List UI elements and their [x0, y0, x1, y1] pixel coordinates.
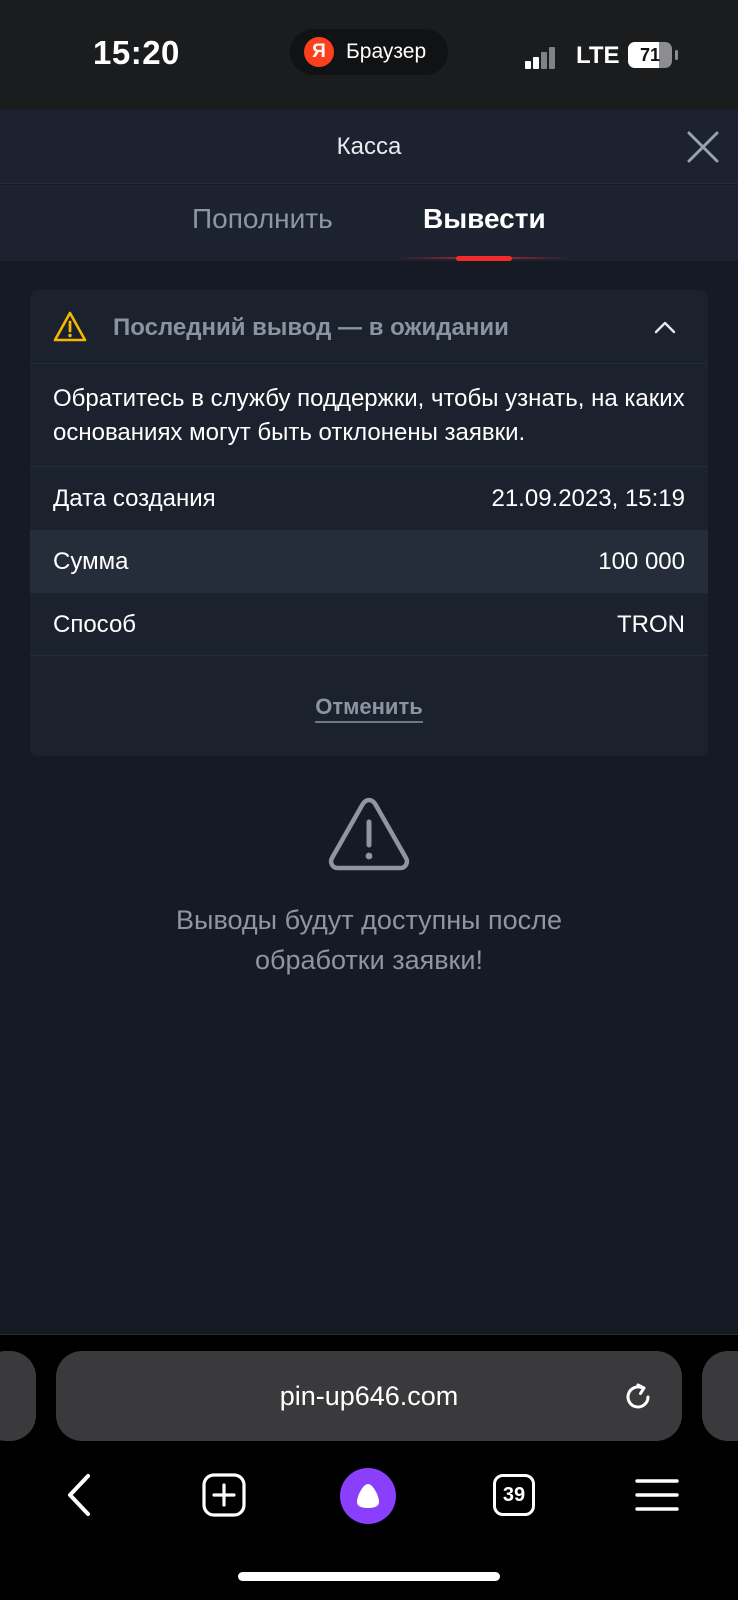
- close-icon[interactable]: [686, 130, 720, 164]
- detail-row-amount: Сумма 100 000: [30, 530, 708, 593]
- address-bar[interactable]: pin-up646.com: [56, 1351, 682, 1441]
- previous-tab-preview[interactable]: [0, 1351, 36, 1441]
- warning-large-icon: [328, 797, 410, 871]
- detail-value: 100 000: [598, 548, 685, 575]
- back-icon[interactable]: [64, 1472, 94, 1518]
- chevron-up-icon[interactable]: [653, 316, 677, 338]
- detail-label: Способ: [53, 611, 137, 638]
- browser-app-label: Браузер: [346, 40, 427, 63]
- tabs-count: 39: [502, 1484, 526, 1506]
- status-bar: 15:20 Я Браузер LTE 71: [0, 0, 738, 110]
- detail-label: Сумма: [53, 548, 129, 575]
- cancel-withdrawal-link[interactable]: Отменить: [30, 694, 708, 723]
- address-bar-url[interactable]: pin-up646.com: [56, 1351, 682, 1441]
- page-title: Касса: [336, 133, 402, 160]
- tab-active-indicator: [456, 256, 512, 261]
- cashier-tabs: Пополнить Вывести: [0, 185, 738, 261]
- tabs-switcher-button[interactable]: 39: [493, 1474, 535, 1516]
- pending-withdrawal-card: Последний вывод — в ожидании Обратитесь …: [30, 290, 708, 756]
- detail-row-method: Способ TRON: [30, 593, 708, 656]
- browser-toolbar: pin-up646.com 39: [0, 1334, 738, 1600]
- battery-icon: 71: [628, 42, 678, 68]
- warning-icon: [53, 311, 87, 342]
- detail-value: 21.09.2023, 15:19: [491, 485, 685, 512]
- cashier-header: Касса: [0, 110, 738, 184]
- next-tab-preview[interactable]: [702, 1351, 738, 1441]
- pending-withdrawal-title: Последний вывод — в ожидании: [113, 314, 509, 341]
- menu-icon[interactable]: [635, 1478, 679, 1512]
- home-indicator[interactable]: [238, 1572, 500, 1581]
- alice-assistant-icon[interactable]: [340, 1468, 396, 1524]
- support-notice-text: Обратитесь в службу поддержки, чтобы узн…: [53, 385, 685, 446]
- status-time: 15:20: [93, 34, 180, 71]
- signal-icon: [525, 45, 563, 69]
- tab-withdraw[interactable]: Вывести: [423, 203, 546, 235]
- pending-withdrawal-header[interactable]: Последний вывод — в ожидании: [30, 290, 708, 364]
- battery-level: 71: [639, 45, 661, 65]
- network-type: LTE: [576, 42, 620, 69]
- cancel-withdrawal-label[interactable]: Отменить: [315, 694, 423, 723]
- new-tab-icon[interactable]: [202, 1473, 246, 1517]
- withdrawals-unavailable-message: Выводы будут доступны после обработки за…: [176, 905, 562, 975]
- detail-value: TRON: [617, 611, 685, 638]
- browser-app-pill[interactable]: Я Браузер: [290, 29, 448, 75]
- tab-deposit[interactable]: Пополнить: [192, 203, 333, 235]
- yandex-logo-icon: Я: [304, 37, 334, 67]
- detail-row-date: Дата создания 21.09.2023, 15:19: [30, 466, 708, 529]
- reload-icon[interactable]: [622, 1381, 654, 1413]
- detail-label: Дата создания: [53, 485, 216, 512]
